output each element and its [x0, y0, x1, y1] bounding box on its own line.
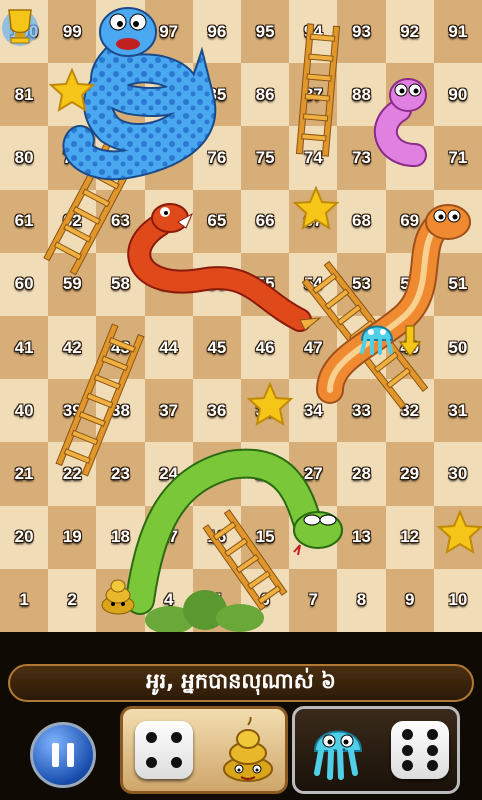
- ladder-2: [295, 23, 341, 157]
- die-pip: [427, 744, 439, 756]
- dice-left[interactable]: [135, 721, 193, 779]
- ladder-3: [55, 323, 145, 477]
- die-pip: [171, 757, 183, 769]
- poop-token: [223, 717, 273, 782]
- die-pip: [427, 729, 439, 741]
- status-message: អូរ, អ្នកបានលុណាស់ ៦: [146, 668, 336, 693]
- die-pip: [401, 744, 413, 756]
- die-pip: [401, 759, 413, 771]
- green-splash: [145, 590, 264, 632]
- pink-snake: [373, 78, 427, 167]
- die-pip: [427, 759, 439, 771]
- game-board: 1009998979695949392918182838485868788899…: [0, 0, 482, 632]
- status-message-bar: អូរ, អ្នកបានលុណាស់ ៦: [8, 664, 474, 702]
- blue-snake: [62, 7, 217, 181]
- pause-icon: [48, 743, 78, 767]
- player-panel-left[interactable]: [120, 706, 288, 794]
- red-snake: [127, 203, 322, 332]
- die-pip: [145, 731, 157, 743]
- jellyfish-token: [313, 730, 363, 780]
- die-pip: [401, 729, 413, 741]
- pause-button[interactable]: [30, 722, 96, 788]
- board-overlay: [2, 7, 482, 632]
- trophy-icon: [2, 9, 38, 46]
- die-pip: [145, 757, 157, 769]
- player-panel-right[interactable]: [292, 706, 460, 794]
- die-pip: [171, 731, 183, 743]
- dice-right[interactable]: [391, 721, 449, 779]
